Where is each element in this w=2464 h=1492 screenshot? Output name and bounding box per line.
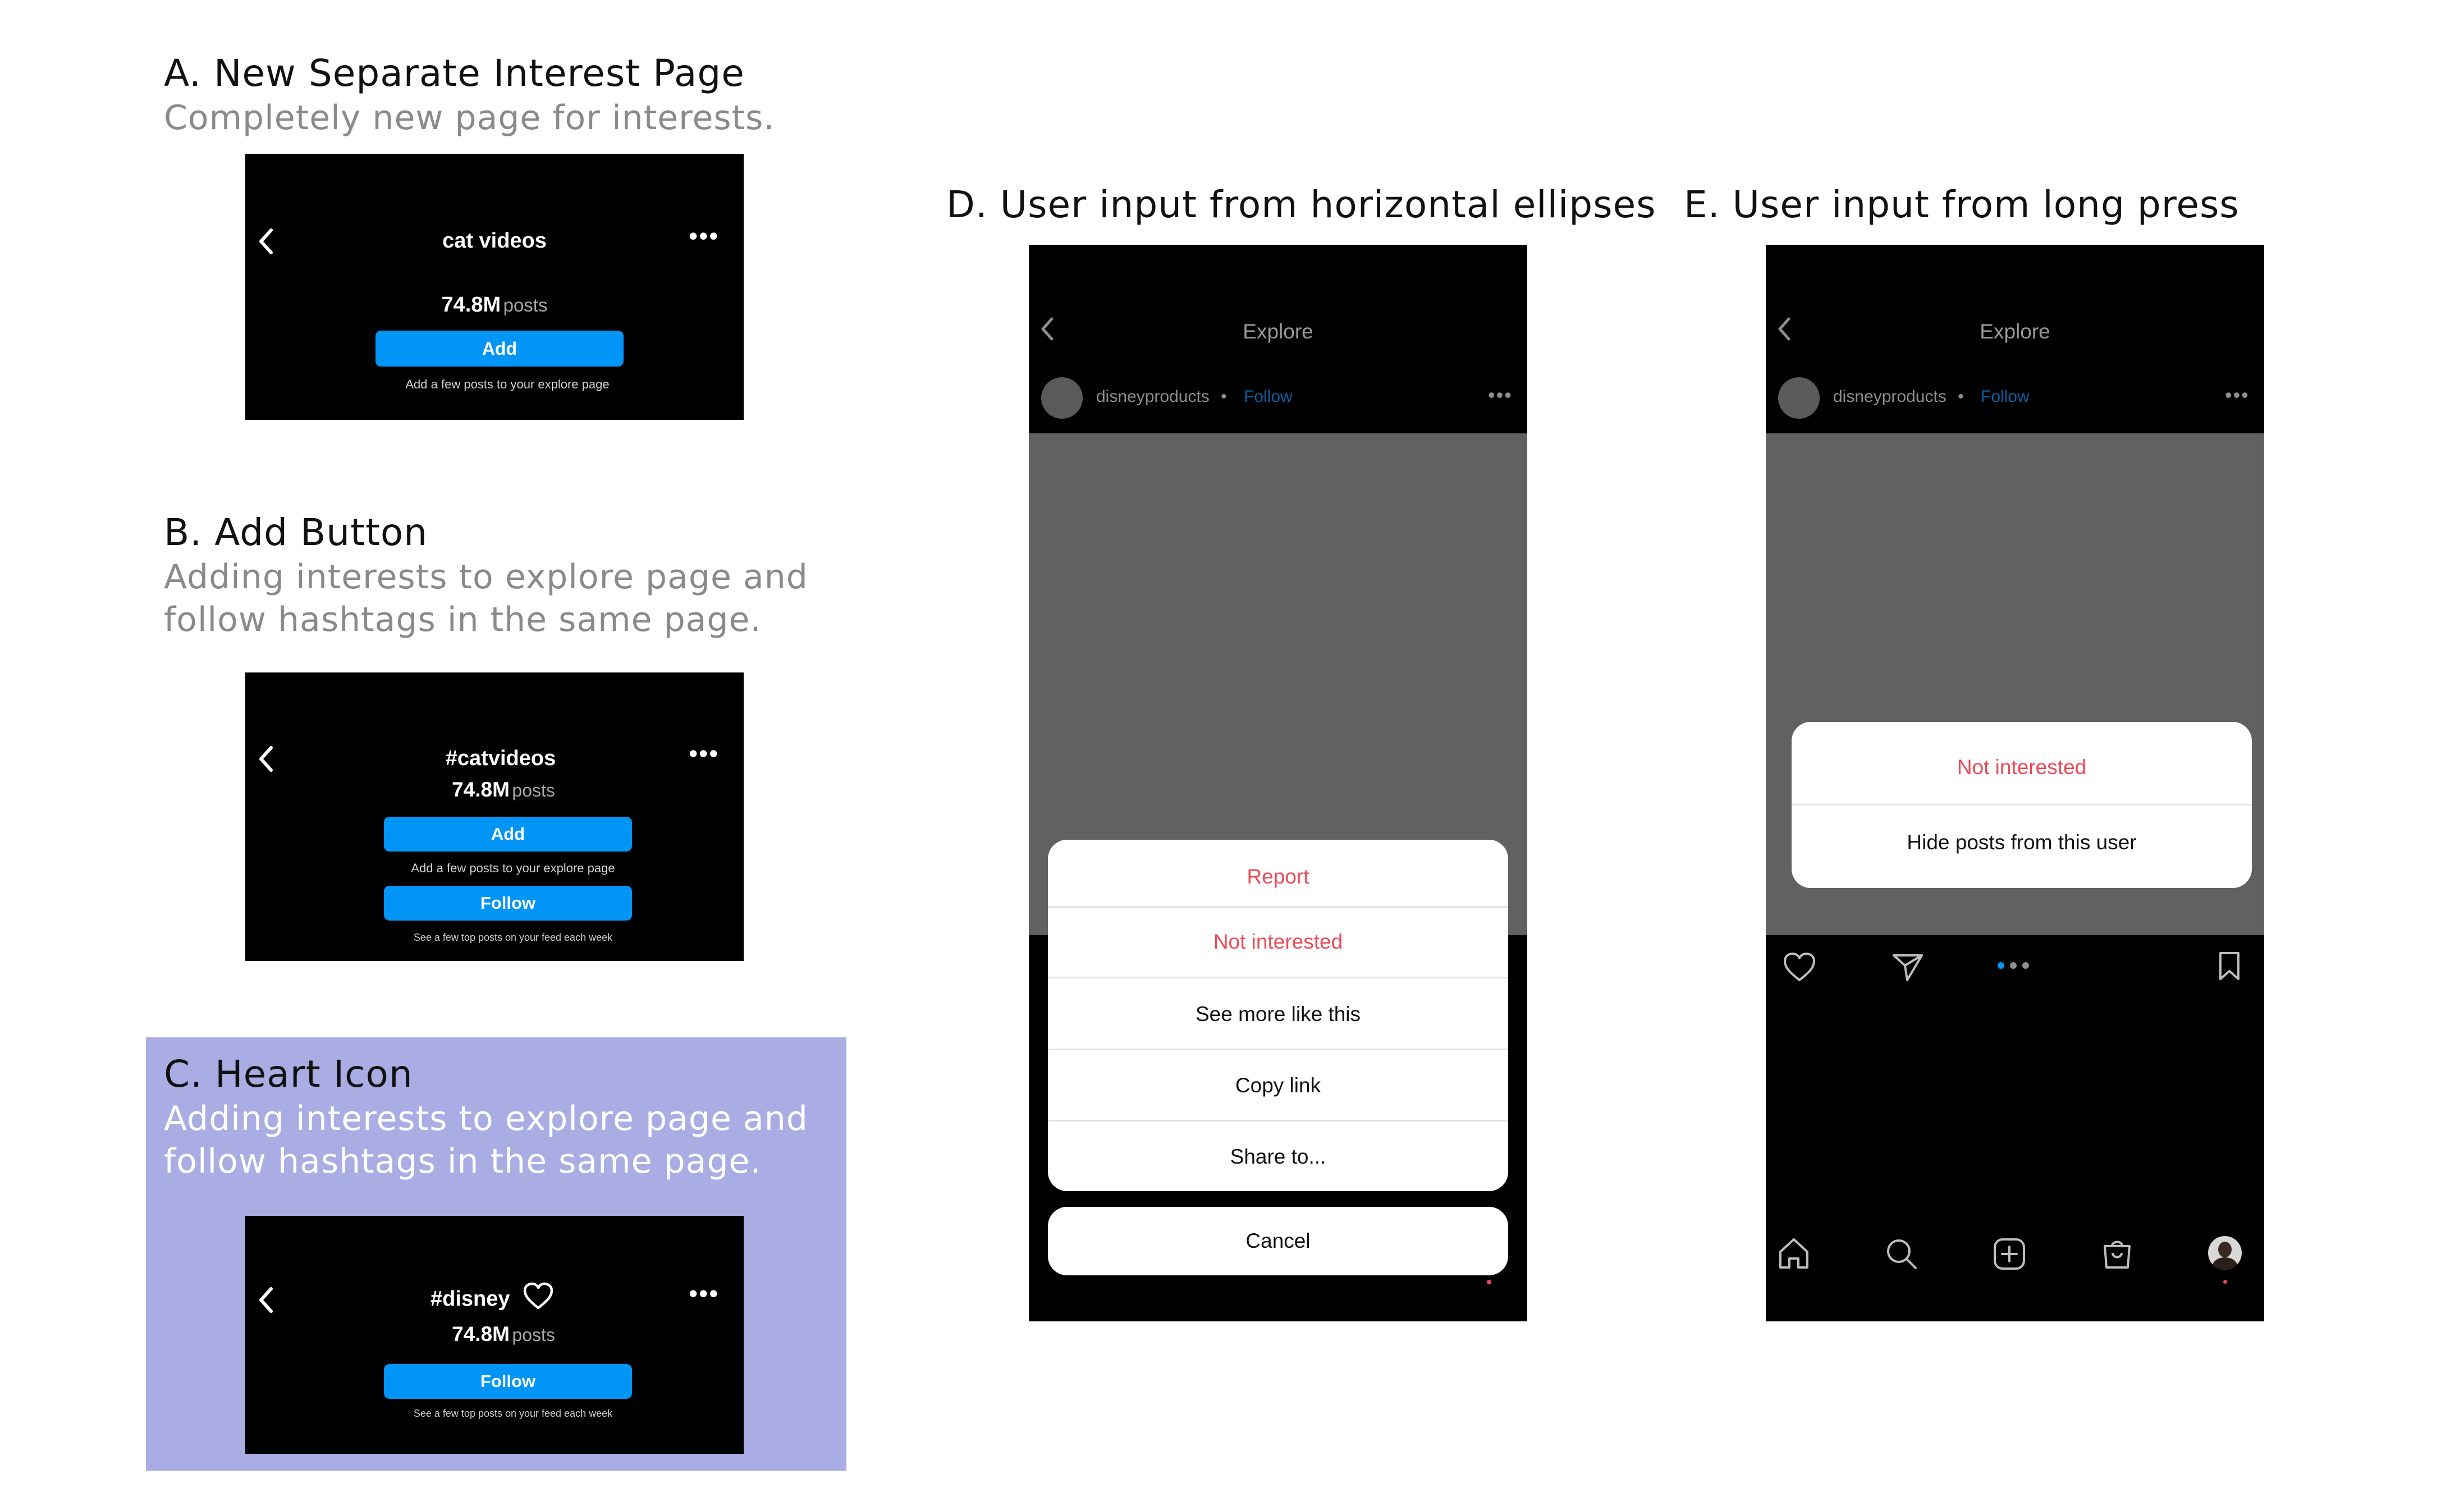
follow-button[interactable]: Follow [384,1364,632,1399]
post-header-line: disneyproducts • Follow [1096,387,1293,406]
more-options-icon[interactable]: ••• [689,223,719,249]
section-e-title: E. User input from long press [1684,183,2239,226]
carousel-dot-active [1998,962,2004,969]
share-to-option[interactable]: Share to... [1048,1145,1508,1169]
new-post-icon[interactable] [1993,1237,2026,1271]
follow-link[interactable]: Follow [1981,387,2030,406]
follow-caption: See a few top posts on your feed each we… [413,1408,613,1419]
interest-page-screen-b: #catvideos ••• 74.8M posts Add Add a few… [245,672,744,961]
username[interactable]: disneyproducts [1833,387,1947,406]
avatar[interactable] [1041,377,1083,419]
notification-dot [1487,1280,1491,1284]
options-action-sheet: Report Not interested See more like this… [1048,840,1508,1191]
follow-button[interactable]: Follow [384,886,632,921]
interest-page-screen-c: #disney ••• 74.8M posts Follow See a few… [245,1216,744,1454]
explore-header: Explore [1980,320,2050,343]
page-title: #disney [430,1287,510,1311]
post-count: 74.8M posts [441,293,548,317]
share-send-icon[interactable] [1891,952,1924,982]
shop-bag-icon[interactable] [2100,1236,2134,1271]
follow-caption: See a few top posts on your feed each we… [413,932,613,943]
add-button[interactable]: Add [384,817,632,852]
avatar[interactable] [1778,377,1820,419]
page-title: cat videos [442,229,547,253]
username[interactable]: disneyproducts [1096,387,1210,406]
post-count: 74.8M posts [452,1322,555,1345]
more-options-icon[interactable]: ••• [689,740,719,766]
divider [1048,977,1508,978]
more-options-icon[interactable]: ••• [689,1280,719,1306]
not-interested-option[interactable]: Not interested [1048,930,1508,954]
like-heart-icon[interactable] [1783,952,1816,982]
interest-page-screen-a: cat videos ••• 74.8M posts Add Add a few… [245,154,744,420]
section-c-title: C. Heart Icon [164,1052,413,1096]
section-c-subtitle-line1: Adding interests to explore page and [164,1099,808,1138]
copy-link-option[interactable]: Copy link [1048,1074,1508,1097]
explore-screen-d: Explore disneyproducts • Follow ••• Repo… [1029,245,1527,1321]
notification-dot [2223,1280,2227,1284]
section-d-title: D. User input from horizontal ellipses [946,183,1656,226]
bookmark-icon[interactable] [2217,951,2242,981]
explore-header: Explore [1243,320,1313,343]
cancel-sheet: Cancel [1048,1207,1508,1275]
section-a-subtitle: Completely new page for interests. [164,98,775,138]
follow-link[interactable]: Follow [1244,387,1293,406]
more-options-icon[interactable]: ••• [2225,385,2250,405]
section-c-subtitle-line2: follow hashtags in the same page. [164,1142,762,1181]
divider [1048,1049,1508,1050]
home-icon[interactable] [1777,1237,1811,1270]
section-b-title: B. Add Button [164,511,428,554]
more-options-icon[interactable]: ••• [1488,385,1513,405]
post-count: 74.8M posts [452,778,555,801]
report-option[interactable]: Report [1048,865,1508,889]
page-title: #catvideos [445,747,556,770]
not-interested-option[interactable]: Not interested [1792,756,2252,779]
post-header-line: disneyproducts • Follow [1833,387,2030,406]
add-caption: Add a few posts to your explore page [405,377,610,391]
carousel-dot [2010,962,2017,969]
search-icon[interactable] [1885,1237,1918,1271]
divider [1048,906,1508,908]
section-b-subtitle-line1: Adding interests to explore page and [164,557,808,597]
section-b-subtitle-line2: follow hashtags in the same page. [164,600,762,639]
heart-icon[interactable] [523,1282,554,1310]
see-more-like-this-option[interactable]: See more like this [1048,1003,1508,1026]
back-chevron-icon[interactable] [258,1287,274,1313]
add-button[interactable]: Add [375,331,624,367]
long-press-menu: Not interested Hide posts from this user [1792,722,2252,888]
divider [1792,804,2252,806]
profile-avatar-icon[interactable] [2208,1236,2242,1270]
explore-screen-e: Explore disneyproducts • Follow ••• Not … [1766,245,2264,1321]
divider [1048,1120,1508,1122]
cancel-button[interactable]: Cancel [1048,1229,1508,1253]
section-a-title: A. New Separate Interest Page [164,52,745,95]
add-caption: Add a few posts to your explore page [411,861,615,875]
hide-posts-option[interactable]: Hide posts from this user [1792,831,2252,854]
carousel-dot [2022,962,2029,969]
